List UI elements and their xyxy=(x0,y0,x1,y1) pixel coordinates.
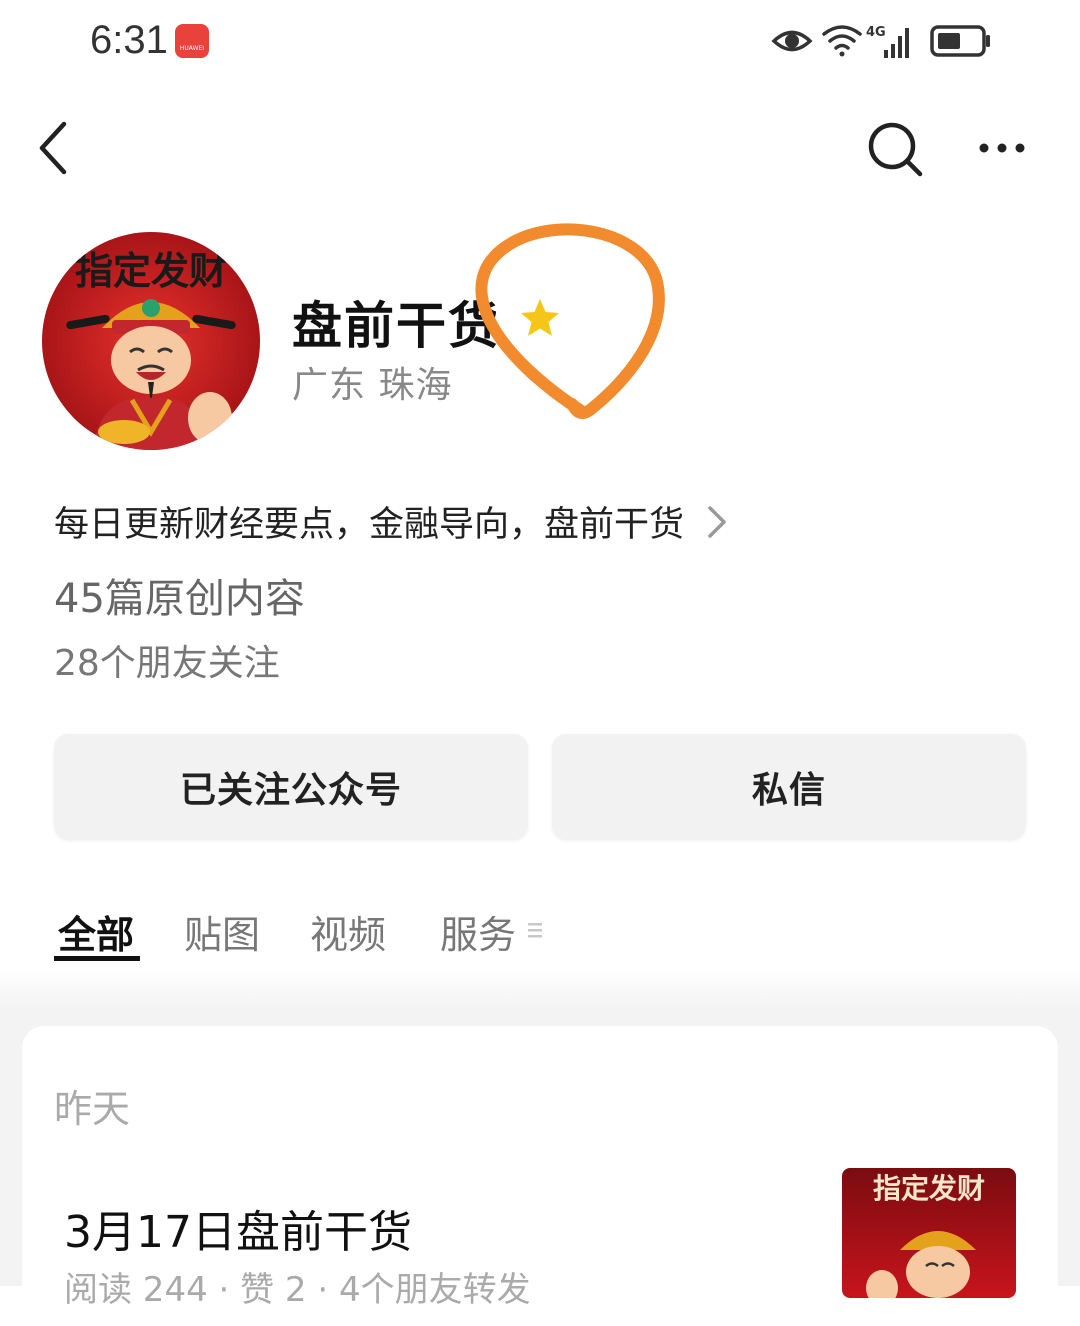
chevron-right-icon xyxy=(708,505,726,538)
menu-lines-icon[interactable] xyxy=(525,918,545,942)
article-thumbnail[interactable]: 指定发财 xyxy=(842,1168,1016,1298)
chevron-left-icon[interactable] xyxy=(28,118,80,178)
search-icon[interactable] xyxy=(862,116,928,182)
followed-account-button[interactable]: 已关注公众号 xyxy=(54,734,528,840)
status-icons: 4G xyxy=(771,25,990,58)
account-avatar[interactable]: 指定发财 xyxy=(42,232,260,450)
account-intro-row[interactable]: 每日更新财经要点，金融导向，盘前干货 xyxy=(54,496,732,547)
feed-date: 昨天 xyxy=(54,1087,131,1131)
tab-services[interactable]: 服务 xyxy=(440,904,516,959)
huawei-badge-label: HUAWEI xyxy=(179,45,205,52)
signal-icon xyxy=(884,28,909,58)
account-location: 广东 珠海 xyxy=(292,365,453,406)
article-title[interactable]: 3月17日盘前干货 xyxy=(64,1196,412,1260)
network-label: 4G xyxy=(866,25,886,40)
wifi-icon xyxy=(822,25,862,57)
more-dots-icon[interactable] xyxy=(972,128,1032,168)
tab-posts[interactable]: 贴图 xyxy=(184,904,260,959)
eye-icon xyxy=(771,30,813,52)
tab-all[interactable]: 全部 xyxy=(58,904,134,959)
account-name: 盘前干货 xyxy=(292,297,500,355)
account-intro: 每日更新财经要点，金融导向，盘前干货 xyxy=(54,505,685,545)
star-icon xyxy=(521,299,559,336)
article-meta: 阅读 244 · 赞 2 · 4个朋友转发 xyxy=(64,1270,531,1310)
message-button[interactable]: 私信 xyxy=(552,734,1026,840)
huawei-app-icon: HUAWEI xyxy=(175,24,209,58)
battery-icon xyxy=(930,25,990,57)
avatar-caption: 指定发财 xyxy=(75,248,227,293)
thumbnail-caption: 指定发财 xyxy=(873,1172,985,1205)
tab-videos[interactable]: 视频 xyxy=(310,904,386,959)
original-count[interactable]: 45篇原创内容 xyxy=(54,566,305,624)
active-tab-indicator xyxy=(54,956,140,961)
friends-following[interactable]: 28个朋友关注 xyxy=(54,634,280,686)
status-time: 6:31 xyxy=(90,18,168,62)
